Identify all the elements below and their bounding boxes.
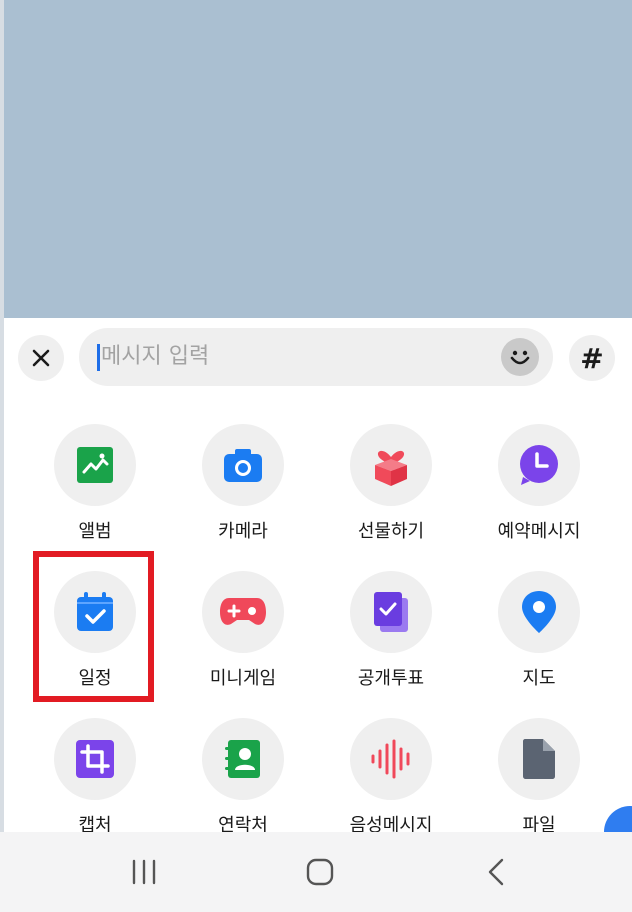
- gift-icon: [375, 450, 407, 486]
- home-icon: [306, 858, 334, 886]
- home-button[interactable]: [300, 854, 340, 890]
- contact-icon: [225, 740, 260, 778]
- menu-album-label: 앨범: [78, 521, 112, 542]
- menu-camera[interactable]: 카메라: [168, 424, 318, 544]
- close-icon: [32, 349, 50, 367]
- album-circle: [54, 424, 136, 506]
- poll-circle: [350, 571, 432, 653]
- menu-camera-label: 카메라: [218, 521, 268, 542]
- close-button[interactable]: [18, 335, 64, 381]
- chat-background: [0, 0, 632, 318]
- message-input[interactable]: 메시지 입력: [79, 328, 553, 386]
- message-input-placeholder: 메시지 입력: [101, 344, 210, 369]
- back-icon: [488, 858, 504, 886]
- map-circle: [498, 571, 580, 653]
- menu-contact[interactable]: 연락처: [168, 718, 318, 838]
- text-caret: [97, 344, 100, 371]
- emoji-button[interactable]: [501, 338, 539, 376]
- scheduled-message-icon: [520, 445, 558, 485]
- recents-icon: [132, 859, 156, 885]
- gift-circle: [350, 424, 432, 506]
- poll-icon: [374, 592, 408, 632]
- hashtag-icon: #: [580, 341, 604, 375]
- voice-message-icon: [371, 739, 410, 779]
- file-circle: [498, 718, 580, 800]
- menu-minigame-label: 미니게임: [209, 668, 277, 689]
- file-icon: [523, 739, 555, 779]
- scheduled-message-circle: [498, 424, 580, 506]
- back-button[interactable]: [476, 854, 516, 890]
- menu-gift-label: 선물하기: [357, 521, 425, 542]
- capture-circle: [54, 718, 136, 800]
- gamepad-icon: [220, 598, 266, 625]
- contact-circle: [202, 718, 284, 800]
- menu-capture[interactable]: 캡처: [20, 718, 170, 838]
- menu-scheduled-message[interactable]: 예약메시지: [464, 424, 614, 544]
- voice-message-circle: [350, 718, 432, 800]
- menu-map-label: 지도: [522, 668, 556, 689]
- recents-button[interactable]: [124, 854, 164, 890]
- highlight-box: [33, 551, 154, 702]
- camera-icon: [224, 449, 262, 482]
- system-navigation-bar: [0, 832, 632, 912]
- minigame-circle: [202, 571, 284, 653]
- album-icon: [77, 447, 113, 483]
- menu-file[interactable]: 파일: [464, 718, 614, 838]
- menu-scheduled-message-label: 예약메시지: [497, 521, 581, 542]
- menu-voice-message[interactable]: 음성메시지: [316, 718, 466, 838]
- hashtag-button[interactable]: #: [569, 335, 615, 381]
- screen-edge: [0, 0, 4, 912]
- emoji-icon: [510, 350, 530, 365]
- menu-minigame[interactable]: 미니게임: [168, 571, 318, 691]
- menu-poll[interactable]: 공개투표: [316, 571, 466, 691]
- camera-circle: [202, 424, 284, 506]
- menu-poll-label: 공개투표: [357, 668, 425, 689]
- menu-album[interactable]: 앨범: [20, 424, 170, 544]
- map-pin-icon: [522, 591, 556, 633]
- menu-map[interactable]: 지도: [464, 571, 614, 691]
- menu-gift[interactable]: 선물하기: [316, 424, 466, 544]
- capture-icon: [76, 740, 114, 778]
